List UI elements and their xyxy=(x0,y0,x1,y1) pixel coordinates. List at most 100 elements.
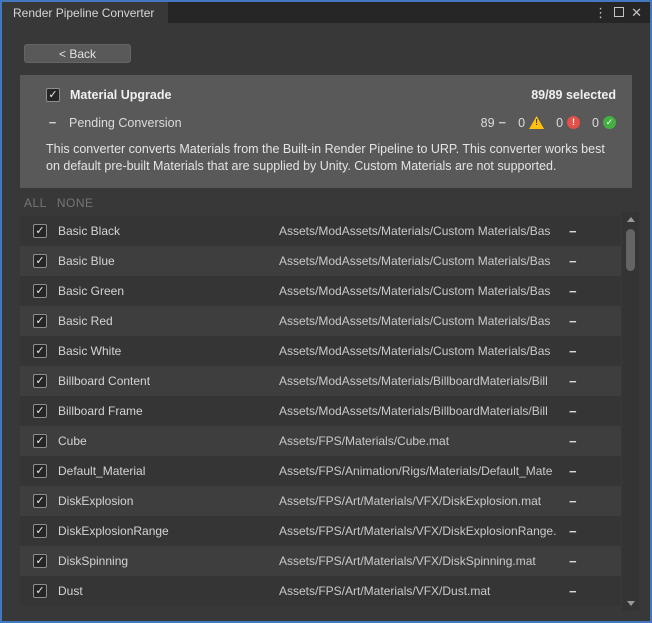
item-checkbox[interactable]: ✓ xyxy=(33,254,47,268)
item-checkbox[interactable]: ✓ xyxy=(33,464,47,478)
check-icon: ✓ xyxy=(35,346,44,357)
item-checkbox[interactable]: ✓ xyxy=(33,224,47,238)
vertical-scrollbar[interactable] xyxy=(622,212,639,611)
table-row[interactable]: ✓ Basic Green Assets/ModAssets/Materials… xyxy=(20,276,621,306)
item-path: Assets/ModAssets/Materials/BillboardMate… xyxy=(279,404,567,418)
item-status-dash-icon: − xyxy=(569,344,577,359)
maximize-icon[interactable] xyxy=(614,6,624,19)
success-icon: ✓ xyxy=(603,116,616,129)
item-status-dash-icon: − xyxy=(569,524,577,539)
check-icon: ✓ xyxy=(35,496,44,507)
back-button[interactable]: < Back xyxy=(24,44,131,63)
item-checkbox[interactable]: ✓ xyxy=(33,524,47,538)
item-path: Assets/ModAssets/Materials/Custom Materi… xyxy=(279,254,567,268)
check-icon: ✓ xyxy=(35,436,44,447)
item-status-dash-icon: − xyxy=(569,224,577,239)
item-status-dash-icon: − xyxy=(569,254,577,269)
item-status-dash-icon: − xyxy=(569,314,577,329)
check-icon: ✓ xyxy=(35,556,44,567)
item-status-dash-icon: − xyxy=(569,464,577,479)
check-icon: ✓ xyxy=(35,466,44,477)
item-name: DiskExplosion xyxy=(58,494,133,508)
select-all-button[interactable]: ALL xyxy=(24,196,47,210)
item-checkbox[interactable]: ✓ xyxy=(33,284,47,298)
table-row[interactable]: ✓ Dust Assets/FPS/Art/Materials/VFX/Dust… xyxy=(20,576,621,606)
item-name: DiskSpinning xyxy=(58,554,128,568)
item-status-dash-icon: − xyxy=(569,494,577,509)
item-path: Assets/ModAssets/Materials/Custom Materi… xyxy=(279,224,567,238)
check-icon: ✓ xyxy=(35,526,44,537)
select-none-button[interactable]: NONE xyxy=(57,196,94,210)
warning-icon: ! xyxy=(529,116,544,129)
pending-dash-icon: − xyxy=(499,115,507,130)
item-name: DiskExplosionRange xyxy=(58,524,169,538)
scrollbar-thumb[interactable] xyxy=(626,229,635,271)
kebab-menu-icon[interactable]: ⋮ xyxy=(594,6,607,19)
maximize-glyph xyxy=(614,7,624,17)
converter-header-row: ✓ Material Upgrade 89/89 selected xyxy=(46,88,616,102)
check-icon: ✓ xyxy=(35,316,44,327)
item-checkbox[interactable]: ✓ xyxy=(33,404,47,418)
table-row[interactable]: ✓ Billboard Frame Assets/ModAssets/Mater… xyxy=(20,396,621,426)
list-controls: ALL NONE xyxy=(24,196,94,210)
item-path: Assets/ModAssets/Materials/Custom Materi… xyxy=(279,344,567,358)
close-icon[interactable]: ✕ xyxy=(631,6,642,19)
pending-count: 89 xyxy=(481,116,495,130)
item-status-dash-icon: − xyxy=(569,284,577,299)
table-row[interactable]: ✓ Cube Assets/FPS/Materials/Cube.mat − xyxy=(20,426,621,456)
item-checkbox[interactable]: ✓ xyxy=(33,434,47,448)
warning-count: 0 xyxy=(518,116,525,130)
converter-title: Material Upgrade xyxy=(70,88,171,102)
item-status-dash-icon: − xyxy=(569,404,577,419)
table-row[interactable]: ✓ Default_Material Assets/FPS/Animation/… xyxy=(20,456,621,486)
scroll-down-icon[interactable] xyxy=(627,601,635,606)
error-count: 0 xyxy=(556,116,563,130)
item-name: Basic Green xyxy=(58,284,124,298)
item-name: Billboard Frame xyxy=(58,404,143,418)
pending-conversion-row: − Pending Conversion 89 − 0 ! 0 ! 0 ✓ xyxy=(46,115,616,130)
item-path: Assets/ModAssets/Materials/Custom Materi… xyxy=(279,284,567,298)
item-checkbox[interactable]: ✓ xyxy=(33,344,47,358)
item-name: Basic White xyxy=(58,344,121,358)
converter-panel: ✓ Material Upgrade 89/89 selected − Pend… xyxy=(20,75,632,188)
item-path: Assets/ModAssets/Materials/Custom Materi… xyxy=(279,314,567,328)
item-checkbox[interactable]: ✓ xyxy=(33,314,47,328)
item-status-dash-icon: − xyxy=(569,374,577,389)
item-name: Dust xyxy=(58,584,83,598)
table-row[interactable]: ✓ Billboard Content Assets/ModAssets/Mat… xyxy=(20,366,621,396)
window-title: Render Pipeline Converter xyxy=(13,6,154,20)
check-icon: ✓ xyxy=(35,286,44,297)
table-row[interactable]: ✓ DiskSpinning Assets/FPS/Art/Materials/… xyxy=(20,546,621,576)
item-path: Assets/FPS/Materials/Cube.mat xyxy=(279,434,567,448)
table-row[interactable]: ✓ Basic Blue Assets/ModAssets/Materials/… xyxy=(20,246,621,276)
item-checkbox[interactable]: ✓ xyxy=(33,494,47,508)
table-row[interactable]: ✓ DiskExplosion Assets/FPS/Art/Materials… xyxy=(20,486,621,516)
item-checkbox[interactable]: ✓ xyxy=(33,374,47,388)
item-path: Assets/FPS/Art/Materials/VFX/Dust.mat xyxy=(279,584,567,598)
item-name: Default_Material xyxy=(58,464,145,478)
table-row[interactable]: ✓ Basic White Assets/ModAssets/Materials… xyxy=(20,336,621,366)
success-count-group: 0 ✓ xyxy=(592,116,616,130)
foldout-dash-icon[interactable]: − xyxy=(46,115,59,130)
item-path: Assets/FPS/Art/Materials/VFX/DiskExplosi… xyxy=(279,524,567,538)
item-status-dash-icon: − xyxy=(569,554,577,569)
titlebar: Render Pipeline Converter ⋮ ✕ xyxy=(2,2,650,23)
item-name: Basic Black xyxy=(58,224,120,238)
item-path: Assets/FPS/Art/Materials/VFX/DiskExplosi… xyxy=(279,494,567,508)
converter-checkbox[interactable]: ✓ xyxy=(46,88,60,102)
item-status-dash-icon: − xyxy=(569,584,577,599)
scroll-up-icon[interactable] xyxy=(627,217,635,222)
success-count: 0 xyxy=(592,116,599,130)
item-checkbox[interactable]: ✓ xyxy=(33,584,47,598)
error-icon: ! xyxy=(567,116,580,129)
tab-render-pipeline-converter[interactable]: Render Pipeline Converter xyxy=(2,2,168,23)
item-status-dash-icon: − xyxy=(569,434,577,449)
table-row[interactable]: ✓ Basic Red Assets/ModAssets/Materials/C… xyxy=(20,306,621,336)
table-row[interactable]: ✓ DiskExplosionRange Assets/FPS/Art/Mate… xyxy=(20,516,621,546)
check-icon: ✓ xyxy=(35,226,44,237)
status-counts: 89 − 0 ! 0 ! 0 ✓ xyxy=(481,115,616,130)
check-icon: ✓ xyxy=(48,90,57,101)
item-checkbox[interactable]: ✓ xyxy=(33,554,47,568)
table-row[interactable]: ✓ Basic Black Assets/ModAssets/Materials… xyxy=(20,216,621,246)
item-path: Assets/FPS/Animation/Rigs/Materials/Defa… xyxy=(279,464,567,478)
